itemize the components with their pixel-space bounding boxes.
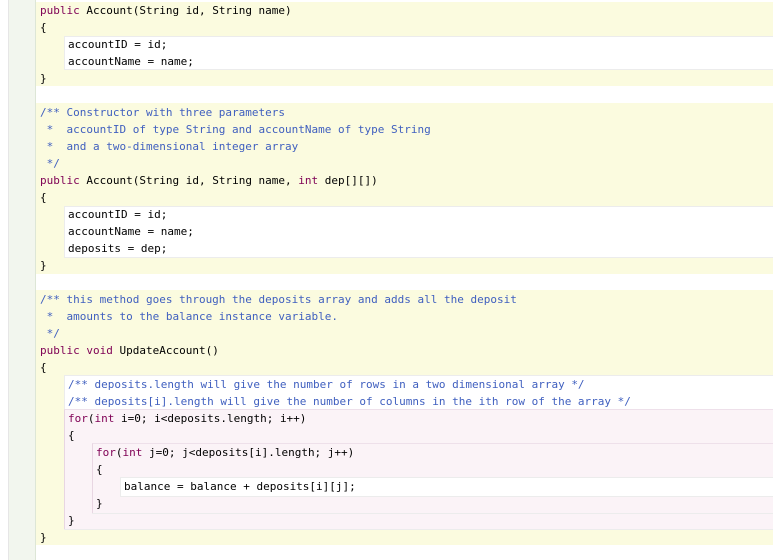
code-line: accountName = name;: [68, 223, 194, 240]
comment-text: /** deposits[i].length will give the num…: [68, 395, 631, 408]
keyword: int: [94, 412, 115, 425]
code-text: accountID = id;: [68, 208, 168, 221]
code-text: {: [96, 463, 103, 476]
code-comment: /** Constructor with three parameters: [40, 104, 285, 121]
code-text: accountName = name;: [68, 225, 194, 238]
code-line: public Account(String id, String name): [40, 2, 292, 19]
code-comment: /** deposits.length will give the number…: [68, 376, 585, 393]
code-comment: * amounts to the balance instance variab…: [40, 308, 338, 325]
code-line: accountName = name;: [68, 53, 194, 70]
code-text: }: [40, 259, 47, 272]
code-text: deposits = dep;: [68, 242, 168, 255]
keyword: int: [122, 446, 143, 459]
keyword: void: [86, 344, 113, 357]
code-line: }: [96, 495, 103, 512]
code-text: }: [40, 72, 47, 85]
code-line: public void UpdateAccount(): [40, 342, 219, 359]
code-text: balance = balance + deposits[i][j];: [124, 480, 356, 493]
comment-text: * accountID of type String and accountNa…: [40, 123, 431, 136]
code-text: Account(String id, String name): [79, 4, 292, 17]
code-line: {: [96, 461, 103, 478]
code-text: (: [87, 412, 95, 425]
code-text: j=0; j<deposits[i].length; j++): [142, 446, 355, 459]
comment-text: * and a two-dimensional integer array: [40, 140, 299, 153]
comment-text: /** deposits.length will give the number…: [68, 378, 585, 391]
code-line: {: [40, 19, 47, 36]
code-line: accountID = id;: [68, 36, 167, 53]
keyword: public: [40, 4, 80, 17]
code-line: {: [68, 427, 75, 444]
code-comment: */: [40, 155, 60, 172]
code-text: {: [40, 361, 47, 374]
keyword: public: [40, 344, 80, 357]
code-text: {: [40, 21, 47, 34]
code-line: deposits = dep;: [68, 240, 167, 257]
comment-text: /** Constructor with three parameters: [40, 106, 286, 119]
code-comment: */: [40, 325, 60, 342]
code-line: accountID = id;: [68, 206, 167, 223]
code-comment: /** deposits[i].length will give the num…: [68, 393, 631, 410]
code-text: }: [68, 514, 75, 527]
comment-text: * amounts to the balance instance variab…: [40, 310, 339, 323]
code-line: for(int j=0; j<deposits[i].length; j++): [96, 444, 354, 461]
code-text: {: [68, 429, 75, 442]
code-text: {: [40, 191, 47, 204]
code-line: balance = balance + deposits[i][j];: [124, 478, 356, 495]
comment-text: */: [40, 327, 60, 340]
code-line: public Account(String id, String name, i…: [40, 172, 378, 189]
keyword: public: [40, 174, 80, 187]
code-text: accountID = id;: [68, 38, 168, 51]
code-text: i=0; i<deposits.length; i++): [114, 412, 307, 425]
keyword: for: [68, 412, 88, 425]
code-comment: * and a two-dimensional integer array: [40, 138, 299, 155]
comment-text: */: [40, 157, 60, 170]
code-text: accountName = name;: [68, 55, 194, 68]
code-text: UpdateAccount(): [112, 344, 219, 357]
code-line: {: [40, 189, 47, 206]
keyword: int: [298, 174, 319, 187]
code-comment: * accountID of type String and accountNa…: [40, 121, 431, 138]
code-line: }: [40, 257, 47, 274]
code-comment: /** this method goes through the deposit…: [40, 291, 517, 308]
comment-text: /** this method goes through the deposit…: [40, 293, 517, 306]
code-text: }: [40, 531, 47, 544]
editor-gutter: [0, 0, 9, 560]
code-line: }: [40, 529, 47, 546]
editor-line-number-ruler: [9, 0, 36, 560]
code-line: }: [68, 512, 75, 529]
code-text: dep[][]): [318, 174, 378, 187]
code-line: }: [40, 70, 47, 87]
code-text: Account(String id, String name,: [79, 174, 299, 187]
code-line: for(int i=0; i<deposits.length; i++): [68, 410, 306, 427]
code-text: (: [115, 446, 123, 459]
code-line: {: [40, 359, 47, 376]
keyword: for: [96, 446, 116, 459]
code-text: }: [96, 497, 103, 510]
